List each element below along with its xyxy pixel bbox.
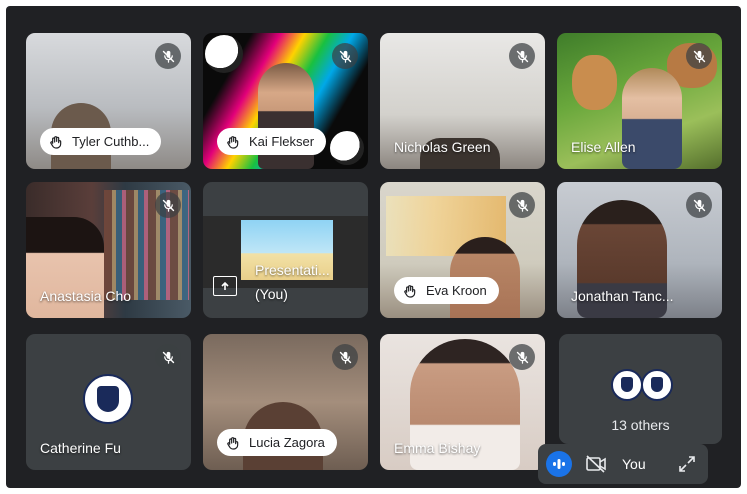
participant-name: Jonathan Tanc... (571, 288, 674, 304)
participant-name: Catherine Fu (40, 440, 121, 456)
participant-name-badge: Tyler Cuthb... (40, 128, 162, 155)
participant-tile-emma[interactable]: Emma Bishay (380, 334, 545, 470)
participant-tile-elise[interactable]: Elise Allen (557, 33, 722, 169)
participant-tile-presentation[interactable]: Presentati... (You) (203, 182, 368, 318)
mic-off-icon (155, 344, 181, 370)
participant-name-badge: Eva Kroon (394, 277, 499, 304)
raise-hand-icon (48, 134, 64, 150)
avatar (611, 369, 643, 401)
raise-hand-icon (402, 283, 418, 299)
soccer-ball-image (205, 35, 243, 73)
raise-hand-icon (225, 134, 241, 150)
audio-level-icon[interactable] (546, 451, 572, 477)
avatar (641, 369, 673, 401)
mic-off-icon (155, 43, 181, 69)
mic-off-icon (332, 344, 358, 370)
participant-tile-tyler[interactable]: Tyler Cuthb... (26, 33, 191, 169)
participant-you-label: (You) (255, 286, 288, 302)
self-view-toolbar: You (538, 444, 708, 484)
participant-name: Elise Allen (571, 139, 636, 155)
participant-name: Presentati... (255, 262, 330, 278)
kitten-image (572, 55, 617, 110)
present-screen-icon (213, 276, 237, 296)
participant-name: Nicholas Green (394, 139, 491, 155)
participant-name: Emma Bishay (394, 440, 481, 456)
participant-tile-kai[interactable]: Kai Flekser (203, 33, 368, 169)
participant-name-badge: Kai Flekser (217, 128, 327, 155)
expand-icon[interactable] (676, 453, 698, 475)
avatar (83, 374, 133, 424)
participant-tile-eva[interactable]: Eva Kroon (380, 182, 545, 318)
participant-name: Anastasia Cho (40, 288, 132, 304)
participant-tile-anastasia[interactable]: Anastasia Cho (26, 182, 191, 318)
others-count-label: 13 others (611, 417, 670, 433)
mic-off-icon (686, 192, 712, 218)
mic-off-icon (509, 192, 535, 218)
mic-off-icon (509, 344, 535, 370)
participant-name: Kai Flekser (249, 134, 315, 149)
mic-off-icon (686, 43, 712, 69)
participant-name-badge: Lucia Zagora (217, 429, 337, 456)
mic-off-icon (155, 192, 181, 218)
self-view-label: You (622, 456, 646, 472)
participant-tile-nicholas[interactable]: Nicholas Green (380, 33, 545, 169)
meeting-grid: Tyler Cuthb... Kai Flekser Nicholas Gree… (6, 6, 741, 488)
participant-tile-catherine[interactable]: Catherine Fu (26, 334, 191, 470)
mic-off-icon (332, 43, 358, 69)
raise-hand-icon (225, 435, 241, 451)
participant-name: Eva Kroon (426, 283, 487, 298)
participant-tile-jonathan[interactable]: Jonathan Tanc... (557, 182, 722, 318)
soccer-ball-image (330, 131, 364, 165)
others-tile[interactable]: 13 others (559, 334, 722, 444)
participant-name: Lucia Zagora (249, 435, 325, 450)
camera-off-icon[interactable] (584, 453, 608, 475)
mic-off-icon (509, 43, 535, 69)
participant-tile-lucia[interactable]: Lucia Zagora (203, 334, 368, 470)
participant-name: Tyler Cuthb... (72, 134, 150, 149)
